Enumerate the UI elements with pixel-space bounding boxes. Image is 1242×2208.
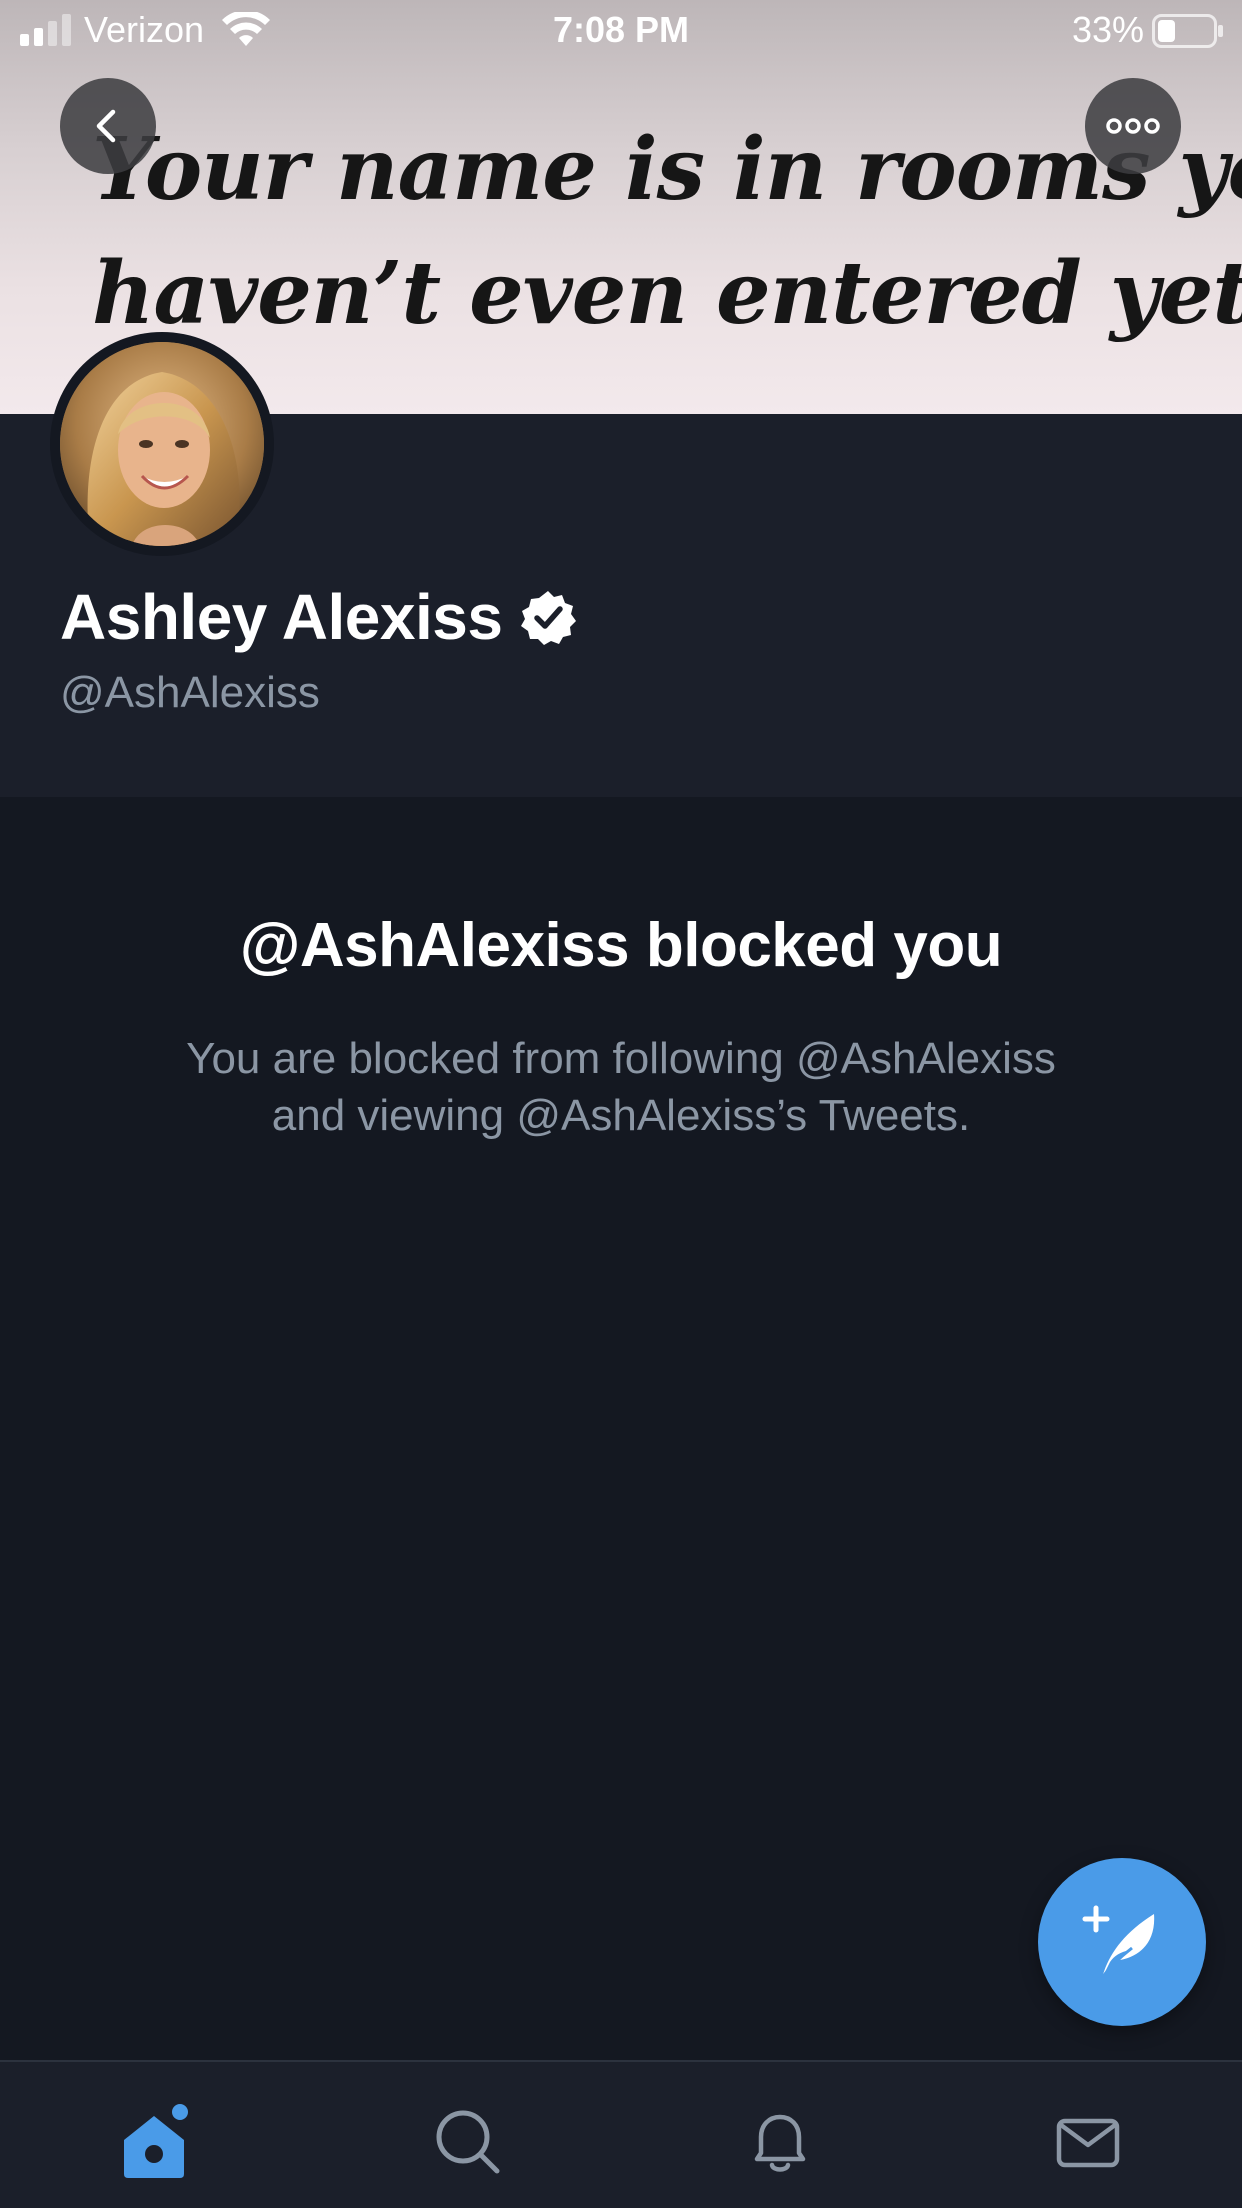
verified-badge-icon — [521, 591, 577, 645]
tab-messages[interactable] — [1048, 2102, 1128, 2182]
home-icon — [124, 2104, 188, 2178]
back-button[interactable] — [60, 78, 156, 174]
profile-avatar[interactable] — [50, 332, 274, 556]
display-name: Ashley Alexiss — [60, 581, 503, 653]
chevron-left-icon — [96, 109, 116, 143]
more-options-button[interactable] — [1085, 78, 1181, 174]
blocked-notice-title: @AshAlexiss blocked you — [239, 911, 1003, 980]
search-icon — [436, 2110, 500, 2174]
more-options-icon — [1106, 118, 1160, 134]
banner-quote-line: haven’t even entered yet. — [92, 243, 1242, 344]
battery-icon — [1152, 14, 1223, 48]
mail-icon — [1056, 2118, 1120, 2168]
profile-handle: @AshAlexiss — [60, 668, 320, 717]
avatar-portrait — [60, 342, 264, 546]
profile-screen: Your name is in rooms you haven’t even e… — [0, 0, 1242, 2208]
display-name-row: Ashley Alexiss — [60, 581, 577, 653]
blocked-notice-line: and viewing @AshAlexiss’s Tweets. — [271, 1091, 971, 1140]
banner-quote-line: Your name is in rooms you — [92, 119, 1242, 220]
blocked-notice-description: You are blocked from following @AshAlexi… — [120, 1030, 1122, 1144]
bottom-tab-bar — [0, 2060, 1242, 2208]
tab-search[interactable] — [428, 2102, 508, 2182]
tab-notifications[interactable] — [740, 2102, 820, 2182]
compose-tweet-button[interactable] — [1038, 1858, 1206, 2026]
tab-home[interactable] — [116, 2102, 196, 2182]
battery-percentage: 33% — [1071, 9, 1144, 50]
blocked-notice-line: You are blocked from following @AshAlexi… — [186, 1034, 1056, 1083]
banner-quote: Your name is in rooms you haven’t even e… — [92, 108, 1242, 356]
status-time: 7:08 PM — [552, 9, 690, 50]
bell-icon — [754, 2114, 806, 2172]
compose-tweet-icon — [1082, 1905, 1155, 1979]
status-bar: Verizon 7:08 PM 33% — [0, 0, 1242, 62]
